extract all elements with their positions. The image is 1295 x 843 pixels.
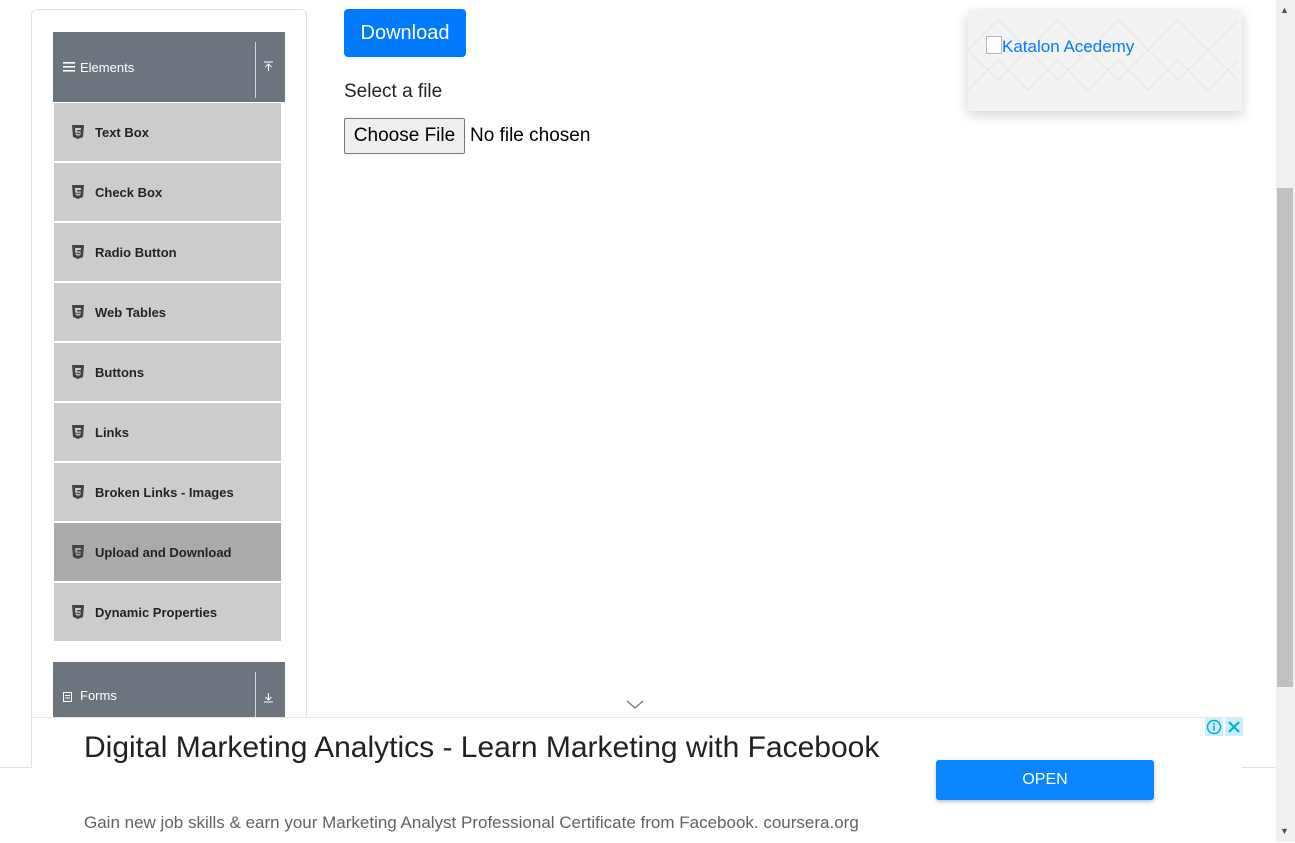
expand-arrow-icon[interactable] (262, 691, 275, 706)
ad-banner[interactable]: Katalon Acedemy (968, 10, 1242, 111)
hamburger-icon (63, 60, 75, 75)
html5-icon (71, 544, 85, 560)
html5-icon (71, 124, 85, 140)
scrollbar-thumb[interactable] (1277, 188, 1293, 687)
forms-group-header[interactable]: Forms (53, 662, 285, 722)
ad-alt-text: Katalon Acedemy (1002, 37, 1135, 56)
header-divider (255, 42, 256, 98)
sidebar-item-label: Dynamic Properties (95, 604, 218, 620)
ad-subtitle: Gain new job skills & earn your Marketin… (84, 813, 859, 832)
sidebar-item-label: Broken Links - Images (95, 484, 234, 500)
select-file-label: Select a file (344, 81, 443, 102)
form-icon (63, 690, 72, 705)
sidebar-item-web-tables[interactable]: Web Tables (54, 283, 281, 341)
html5-icon (71, 484, 85, 500)
sidebar-item-radio-button[interactable]: Radio Button (54, 223, 281, 281)
sidebar-item-label: Text Box (95, 124, 149, 140)
html5-icon (71, 244, 85, 260)
ad-pattern (968, 19, 1239, 91)
html5-icon (71, 364, 85, 380)
html5-icon (71, 184, 85, 200)
sidebar-item-upload-download[interactable]: Upload and Download (54, 523, 281, 581)
html5-icon (71, 604, 85, 620)
sidebar-item-label: Links (95, 424, 129, 440)
sidebar-item-label: Web Tables (95, 304, 167, 320)
choose-file-button[interactable]: Choose File (344, 118, 465, 154)
chevron-down-icon[interactable] (625, 698, 645, 710)
html5-icon (71, 304, 85, 320)
sidebar-item-label: Radio Button (95, 244, 177, 260)
scroll-down-icon[interactable]: ▼ (1280, 826, 1289, 836)
bottom-ad-banner[interactable]: Digital Marketing Analytics - Learn Mark… (32, 717, 1242, 843)
sidebar-item-dynamic-properties[interactable]: Dynamic Properties (54, 583, 281, 641)
katalon-ad-link[interactable]: Katalon Acedemy (986, 36, 1134, 57)
elements-group-label: Elements (80, 59, 135, 75)
ad-info-icon[interactable] (1205, 718, 1223, 736)
scroll-up-icon[interactable]: ▲ (1280, 5, 1289, 15)
sidebar-item-links[interactable]: Links (54, 403, 281, 461)
sidebar-item-check-box[interactable]: Check Box (54, 163, 281, 221)
sidebar-item-label: Buttons (95, 364, 145, 380)
collapse-arrow-icon[interactable] (262, 60, 275, 75)
broken-image-icon (986, 36, 1002, 54)
forms-group-label: Forms (80, 688, 117, 703)
ad-title[interactable]: Digital Marketing Analytics - Learn Mark… (84, 728, 884, 768)
elements-group-header[interactable]: Elements (53, 32, 285, 102)
sidebar-item-label: Check Box (95, 184, 163, 200)
sidebar-item-text-box[interactable]: Text Box (54, 103, 281, 161)
ad-close-icon[interactable] (1225, 718, 1243, 736)
html5-icon (71, 424, 85, 440)
download-button[interactable]: Download (344, 9, 466, 57)
sidebar-item-buttons[interactable]: Buttons (54, 343, 281, 401)
file-status-text: No file chosen (470, 125, 591, 146)
sidebar-item-broken-links[interactable]: Broken Links - Images (54, 463, 281, 521)
header-divider (255, 672, 256, 718)
ad-open-button[interactable]: OPEN (936, 760, 1154, 800)
sidebar-item-label: Upload and Download (95, 544, 232, 560)
